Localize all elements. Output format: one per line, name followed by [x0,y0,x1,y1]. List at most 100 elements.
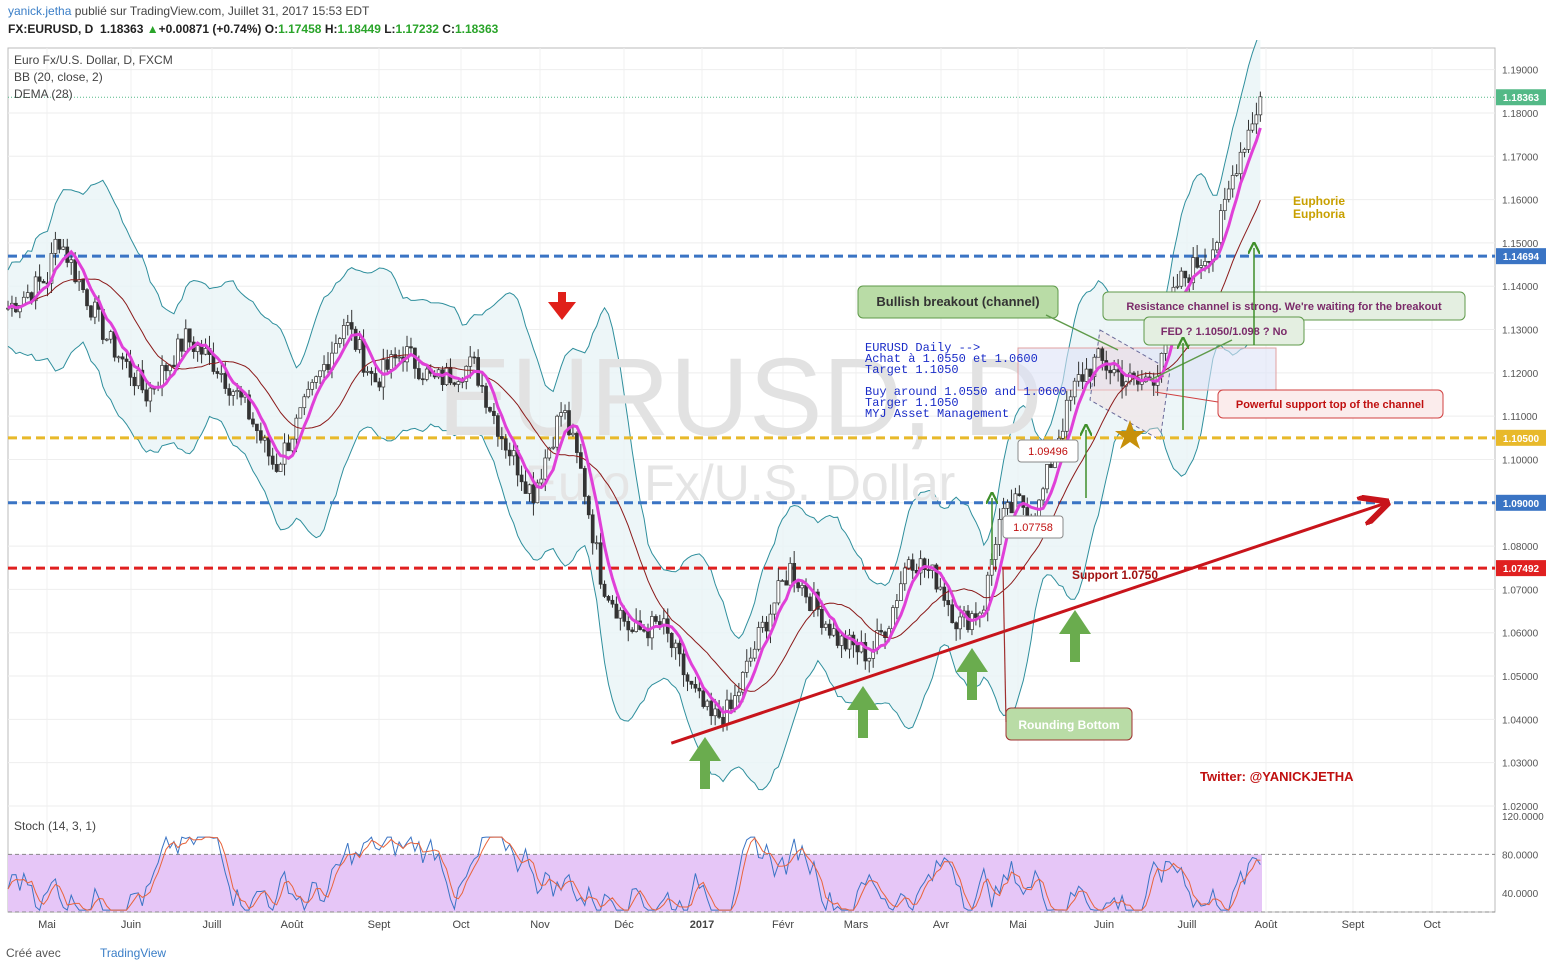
price-change: +0.00871 (+0.74%) [158,22,262,36]
candle-body [278,463,283,472]
candle-body [752,648,757,659]
candle-body [499,436,504,440]
price-tick-label: 1.18000 [1502,109,1539,120]
time-tick-label: Mars [844,919,869,931]
candle-body [480,385,484,387]
high-value: 1.18449 [337,22,381,36]
candle-body [1246,129,1251,150]
candle-body [902,567,907,585]
candle-body [424,368,429,380]
candle-body [1045,464,1049,490]
candle-body [974,613,978,618]
candle-body [713,708,718,717]
candle-body [551,446,556,449]
candle-body [144,389,149,402]
support-1075-label: Support 1.0750 [1072,568,1158,582]
candle-body [776,580,781,604]
time-tick-label: Oct [452,919,469,931]
candle-body [1175,285,1180,288]
price-tick-label: 1.16000 [1502,196,1539,207]
candle-body [318,370,322,378]
time-tick-label: Sept [1342,919,1365,931]
candle-body [365,370,370,373]
candle-body [444,366,449,386]
candle-body [286,442,291,452]
stoch-tick-label: 80.0000 [1502,850,1539,861]
low-value: 1.17232 [395,22,439,36]
time-tick-label: Juin [1094,919,1114,931]
candle-body [349,322,354,330]
stoch-band [8,854,1262,912]
level-price-label: 1.14694 [1503,252,1540,263]
candle-body [1005,502,1010,509]
candle-body [523,481,528,494]
time-tick-label: Oct [1423,919,1440,931]
candle-body [654,616,658,622]
candle-body [531,484,536,504]
candle-body [950,604,955,624]
candle-body [274,464,279,472]
author-link[interactable]: yanick.jetha [8,4,71,18]
time-tick-label: Août [281,919,304,931]
candle-body [673,642,678,649]
candle-body [705,700,710,707]
candle-body [646,630,650,639]
candle-body [582,468,587,497]
candle-body [37,276,42,282]
candle-body [1009,502,1014,514]
candle-body [73,259,78,283]
candle-body [1060,430,1065,439]
candle-body [879,630,883,633]
price-tick-label: 1.19000 [1502,66,1539,77]
rounding-bottom-label: Rounding Bottom [1018,718,1119,732]
tradingview-logo[interactable]: TradingView [100,946,166,960]
candle-body [594,542,599,545]
candle-body [804,585,808,598]
price-tick-label: 1.11000 [1502,412,1538,423]
candle-body [519,474,524,483]
time-tick-label: Juill [203,919,222,931]
candle-body [440,369,445,386]
twitter-label: Twitter: @YANICKJETHA [1200,769,1354,784]
candle-body [954,622,959,630]
candle-body [488,407,492,412]
candle-body [1215,242,1219,251]
candle-body [898,583,903,602]
candle-body [784,580,789,586]
price-tick-label: 1.08000 [1502,542,1539,553]
price-tick-label: 1.05000 [1502,672,1539,683]
candle-body [1226,188,1231,200]
chart-area[interactable]: EURUSD, D Euro Fx/U.S. Dollar 1.190001.1… [0,40,1559,940]
candle-body [385,359,390,370]
candle-body [420,378,425,381]
candle-body [397,356,401,359]
candle-body [124,358,129,362]
candle-body [1064,399,1069,432]
time-tick-label: Déc [614,919,634,931]
candle-body [906,559,911,569]
candle-body [128,361,133,378]
candle-body [867,658,872,662]
candle-body [1084,368,1089,382]
candle-body [926,569,931,571]
candle-body [57,238,62,250]
candle-body [507,449,512,457]
level-price-label: 1.09000 [1503,499,1540,510]
candle-body [290,438,295,452]
footer: Créé avec TradingView [0,940,1559,970]
price-tick-label: 1.13000 [1502,326,1539,337]
candle-body [578,452,583,469]
candle-body [689,680,694,685]
candle-body [1250,123,1255,131]
candle-body [681,653,686,676]
candle-body [195,345,200,352]
candle-body [53,238,58,254]
time-tick-label: Févr [772,919,794,931]
time-tick-label: Août [1255,919,1278,931]
price-tick-label: 1.10000 [1502,455,1539,466]
candle-body [1100,348,1105,361]
ohlc-line: FX:EURUSD, D 1.18363 ▲+0.00871 (+0.74%) … [8,22,499,36]
candle-body [81,279,85,291]
candle-body [658,621,662,625]
candle-body [701,690,706,707]
